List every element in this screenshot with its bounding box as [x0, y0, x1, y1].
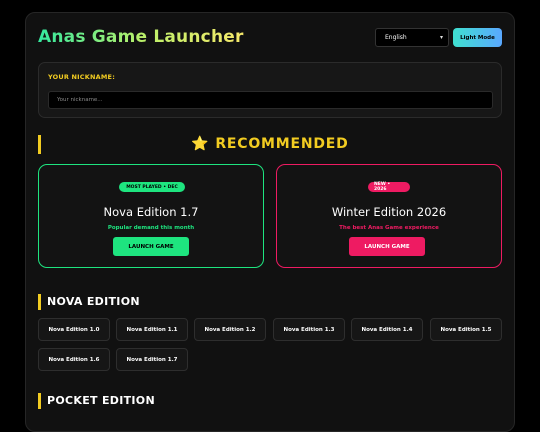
section-title-nova: NOVA EDITION — [47, 295, 140, 308]
card-title: Nova Edition 1.7 — [103, 205, 199, 219]
status-badge: MOST PLAYED • DEC — [119, 182, 185, 192]
version-button-nova-1-5[interactable]: Nova Edition 1.5 — [430, 318, 502, 341]
recommended-heading: ⭐ RECOMMENDED — [0, 136, 540, 152]
version-button-nova-1-6[interactable]: Nova Edition 1.6 — [38, 348, 110, 371]
status-badge: NEW • 2026 — [368, 182, 410, 192]
version-button-nova-1-7[interactable]: Nova Edition 1.7 — [116, 348, 188, 371]
pocket-section-accent-bar — [38, 393, 41, 409]
card-subtitle: Popular demand this month — [107, 225, 195, 231]
card-title: Winter Edition 2026 — [331, 205, 447, 219]
nova-section-accent-bar — [38, 294, 41, 310]
launch-game-button[interactable]: LAUNCH GAME — [113, 237, 189, 256]
recommended-card-nova: MOST PLAYED • DEC Nova Edition 1.7 Popul… — [38, 164, 264, 268]
card-subtitle: The best Anas Game experience — [339, 225, 439, 231]
language-selected-value: English — [385, 34, 407, 41]
version-button-nova-1-3[interactable]: Nova Edition 1.3 — [273, 318, 345, 341]
theme-toggle-button[interactable]: Light Mode — [453, 28, 502, 47]
section-title-pocket: POCKET EDITION — [47, 394, 155, 407]
language-select[interactable]: English ▾ — [375, 28, 449, 47]
nickname-panel: YOUR NICKNAME: Your nickname... — [38, 62, 502, 118]
version-button-nova-1-1[interactable]: Nova Edition 1.1 — [116, 318, 188, 341]
nickname-label: YOUR NICKNAME: — [48, 73, 115, 81]
nickname-input[interactable]: Your nickname... — [48, 91, 493, 109]
version-button-nova-1-4[interactable]: Nova Edition 1.4 — [351, 318, 423, 341]
version-button-nova-1-2[interactable]: Nova Edition 1.2 — [194, 318, 266, 341]
recommended-card-winter: NEW • 2026 Winter Edition 2026 The best … — [276, 164, 502, 268]
launch-game-button[interactable]: LAUNCH GAME — [349, 237, 425, 256]
chevron-down-icon: ▾ — [439, 34, 443, 41]
app-title: Anas Game Launcher — [38, 27, 244, 47]
version-button-nova-1-0[interactable]: Nova Edition 1.0 — [38, 318, 110, 341]
recommended-title: RECOMMENDED — [215, 136, 349, 152]
star-icon: ⭐ — [191, 136, 210, 152]
